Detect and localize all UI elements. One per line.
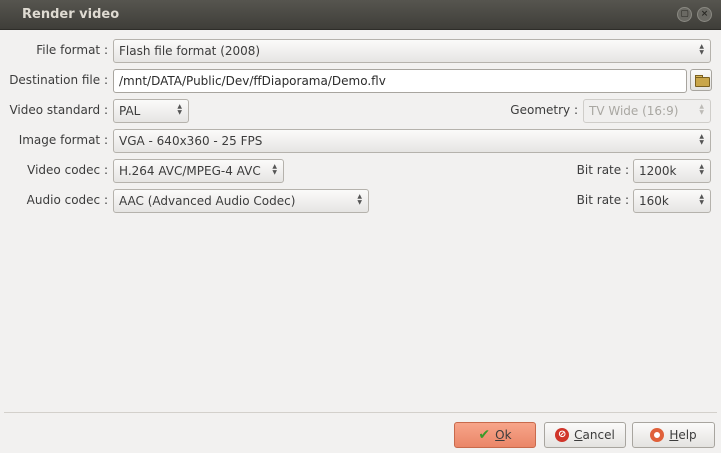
video-codec-select[interactable]: H.264 AVC/MPEG-4 AVC ▲ ▼ <box>113 159 284 183</box>
image-format-value: VGA - 640x360 - 25 FPS <box>119 134 263 148</box>
combo-arrows-icon: ▲ ▼ <box>357 193 362 206</box>
combo-arrows-icon: ▲ ▼ <box>177 103 182 116</box>
audio-codec-select[interactable]: AAC (Advanced Audio Codec) ▲ ▼ <box>113 189 369 213</box>
geometry-label: Geometry : <box>510 103 578 117</box>
video-bitrate-label: Bit rate : <box>576 163 629 177</box>
window-title: Render video <box>22 7 120 22</box>
combo-arrows-icon: ▲ ▼ <box>699 163 704 176</box>
video-standard-select[interactable]: PAL ▲ ▼ <box>113 99 189 123</box>
video-bitrate-value: 1200k <box>639 164 677 178</box>
combo-arrows-icon: ▲ ▼ <box>272 163 277 176</box>
maximize-icon[interactable]: ▢ <box>677 7 692 22</box>
audio-codec-label: Audio codec : <box>26 193 108 207</box>
browse-button[interactable] <box>690 69 712 91</box>
file-format-select[interactable]: Flash file format (2008) ▲ ▼ <box>113 39 711 63</box>
audio-codec-value: AAC (Advanced Audio Codec) <box>119 194 296 208</box>
geometry-select: TV Wide (16:9) ▲ ▼ <box>583 99 711 123</box>
video-standard-label: Video standard : <box>9 103 108 117</box>
help-label: Help <box>669 428 697 442</box>
title-bar: Render video ▢ × <box>0 0 721 30</box>
destination-label: Destination file : <box>9 73 108 87</box>
audio-bitrate-select[interactable]: 160k ▲ ▼ <box>633 189 711 213</box>
audio-bitrate-value: 160k <box>639 194 669 208</box>
help-button[interactable]: Help <box>632 422 715 448</box>
combo-arrows-icon: ▲ ▼ <box>699 43 704 56</box>
combo-arrows-icon: ▲ ▼ <box>699 103 704 116</box>
video-standard-value: PAL <box>119 104 141 118</box>
render-video-dialog: Render video ▢ × File format : Flash fil… <box>0 0 721 453</box>
video-codec-label: Video codec : <box>27 163 108 177</box>
image-format-label: Image format : <box>18 133 108 147</box>
combo-arrows-icon: ▲ ▼ <box>699 193 704 206</box>
video-codec-value: H.264 AVC/MPEG-4 AVC <box>119 164 261 178</box>
geometry-value: TV Wide (16:9) <box>589 104 679 118</box>
cancel-button[interactable]: ⊘ Cancel <box>544 422 626 448</box>
ok-label: Ok <box>495 428 512 442</box>
lifebuoy-icon <box>650 428 665 442</box>
close-icon[interactable]: × <box>697 7 712 22</box>
cancel-label: Cancel <box>574 428 615 442</box>
ok-button[interactable]: ✔ Ok <box>454 422 536 448</box>
image-format-select[interactable]: VGA - 640x360 - 25 FPS ▲ ▼ <box>113 129 711 153</box>
cancel-icon: ⊘ <box>555 428 570 442</box>
combo-arrows-icon: ▲ ▼ <box>699 133 704 146</box>
audio-bitrate-label: Bit rate : <box>576 193 629 207</box>
file-format-label: File format : <box>36 43 108 57</box>
video-bitrate-select[interactable]: 1200k ▲ ▼ <box>633 159 711 183</box>
file-format-value: Flash file format (2008) <box>119 44 261 58</box>
destination-input[interactable]: /mnt/DATA/Public/Dev/ffDiaporama/Demo.fl… <box>113 69 687 93</box>
button-separator <box>4 412 717 413</box>
checkmark-icon: ✔ <box>478 427 491 443</box>
